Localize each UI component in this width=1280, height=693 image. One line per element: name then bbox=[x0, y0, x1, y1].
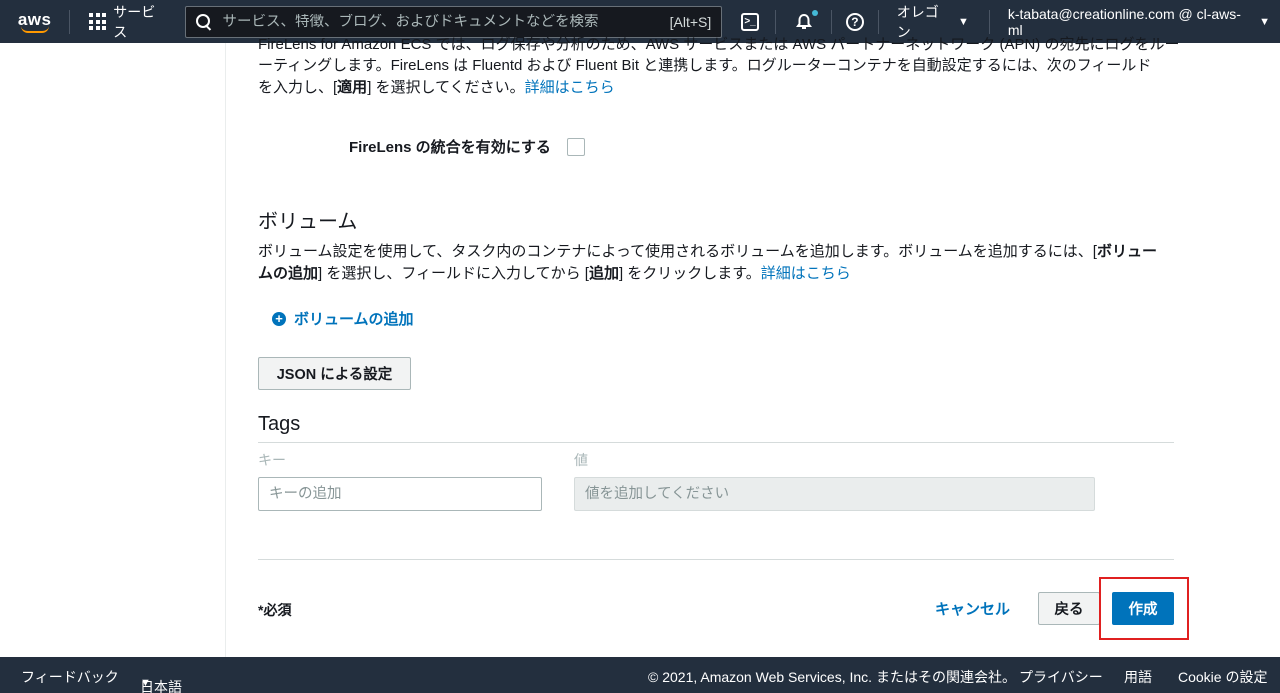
volumes-desc-part2: ] を選択し、フィールドに入力してから [ bbox=[318, 265, 589, 282]
create-button-highlight bbox=[1099, 577, 1189, 640]
search-bar[interactable]: [Alt+S] bbox=[185, 5, 723, 38]
account-label: k-tabata@creationline.com @ cl-aws-ml bbox=[1007, 5, 1241, 38]
feedback-link[interactable]: フィードバック bbox=[21, 667, 119, 687]
help-icon: ? bbox=[845, 12, 864, 31]
volumes-desc-part1: ボリューム設定を使用して、タスク内のコンテナによって使用されるボリュームを追加し… bbox=[258, 243, 1097, 260]
volumes-desc-bold2: ムの追加 bbox=[258, 265, 319, 282]
caret-down-icon: ▼ bbox=[140, 677, 151, 689]
tag-key-input[interactable] bbox=[258, 477, 542, 511]
aws-logo[interactable]: aws bbox=[0, 0, 69, 43]
firelens-description: ーティングします。FireLens は Fluentd および Fluent B… bbox=[258, 55, 1174, 99]
firelens-enable-checkbox[interactable] bbox=[566, 137, 585, 156]
notification-dot bbox=[812, 10, 819, 16]
back-button[interactable]: 戻る bbox=[1038, 592, 1100, 625]
firelens-learn-more-link[interactable]: 詳細はこちら bbox=[525, 79, 615, 96]
firelens-apply-text: 適用 bbox=[337, 79, 368, 96]
bell-icon bbox=[795, 13, 812, 29]
firelens-desc-line3-pre: を入力し、[ bbox=[258, 79, 338, 96]
volumes-desc-part3: ] をクリックします。 bbox=[618, 265, 761, 282]
firelens-desc-line3-post: ] を選択してください。 bbox=[367, 79, 525, 96]
services-menu-button[interactable]: サービス bbox=[70, 0, 182, 43]
copyright-text: © 2021, Amazon Web Services, Inc. またはその関… bbox=[648, 669, 1016, 685]
cancel-button[interactable]: キャンセル bbox=[935, 598, 1010, 619]
grid-icon bbox=[89, 13, 107, 30]
volumes-description: ボリューム設定を使用して、タスク内のコンテナによって使用されるボリュームを追加し… bbox=[258, 241, 1174, 285]
volumes-desc-bold3: 追加 bbox=[588, 265, 619, 282]
firelens-enable-label: FireLens の統合を有効にする bbox=[349, 139, 551, 156]
services-label: サービス bbox=[113, 3, 156, 40]
sidebar-divider bbox=[225, 43, 226, 657]
search-icon bbox=[196, 13, 212, 30]
caret-down-icon: ▼ bbox=[1259, 15, 1270, 28]
configure-via-json-button[interactable]: JSON による設定 bbox=[258, 357, 411, 390]
volumes-learn-more-link[interactable]: 詳細はこちら bbox=[761, 265, 851, 282]
add-volume-button[interactable]: + ボリュームの追加 bbox=[272, 308, 414, 329]
volumes-title: ボリューム bbox=[258, 211, 358, 233]
tag-value-header: 値 bbox=[574, 452, 588, 468]
tags-divider bbox=[258, 442, 1174, 443]
required-note: *必須 bbox=[258, 602, 292, 618]
add-volume-label: ボリュームの追加 bbox=[294, 311, 414, 328]
search-shortcut: [Alt+S] bbox=[669, 13, 712, 30]
privacy-link[interactable]: プライバシー bbox=[1019, 667, 1103, 687]
form-footer-divider bbox=[258, 559, 1174, 560]
firelens-description-partial: FireLens for Amazon ECS では、ログ保存や分析のため、AW… bbox=[258, 36, 1180, 53]
plus-circle-icon: + bbox=[272, 311, 286, 326]
volumes-desc-bold1: ボリュー bbox=[1096, 243, 1157, 260]
search-input[interactable] bbox=[222, 13, 660, 30]
terms-link[interactable]: 用語 bbox=[1124, 667, 1152, 687]
tags-title: Tags bbox=[258, 413, 301, 435]
firelens-enable-row: FireLens の統合を有効にする bbox=[349, 136, 585, 157]
caret-down-icon: ▼ bbox=[958, 15, 969, 28]
cookie-settings-link[interactable]: Cookie の設定 bbox=[1178, 667, 1267, 687]
tag-value-input[interactable] bbox=[574, 477, 1095, 511]
firelens-desc-line2: ーティングします。FireLens は Fluentd および Fluent B… bbox=[258, 57, 1152, 74]
page-footer: フィードバック 日本語 ▼ © 2021, Amazon Web Service… bbox=[0, 657, 1280, 693]
aws-smile-icon bbox=[20, 26, 49, 33]
terminal-icon: >_ bbox=[741, 12, 760, 31]
tag-key-header: キー bbox=[258, 452, 286, 468]
